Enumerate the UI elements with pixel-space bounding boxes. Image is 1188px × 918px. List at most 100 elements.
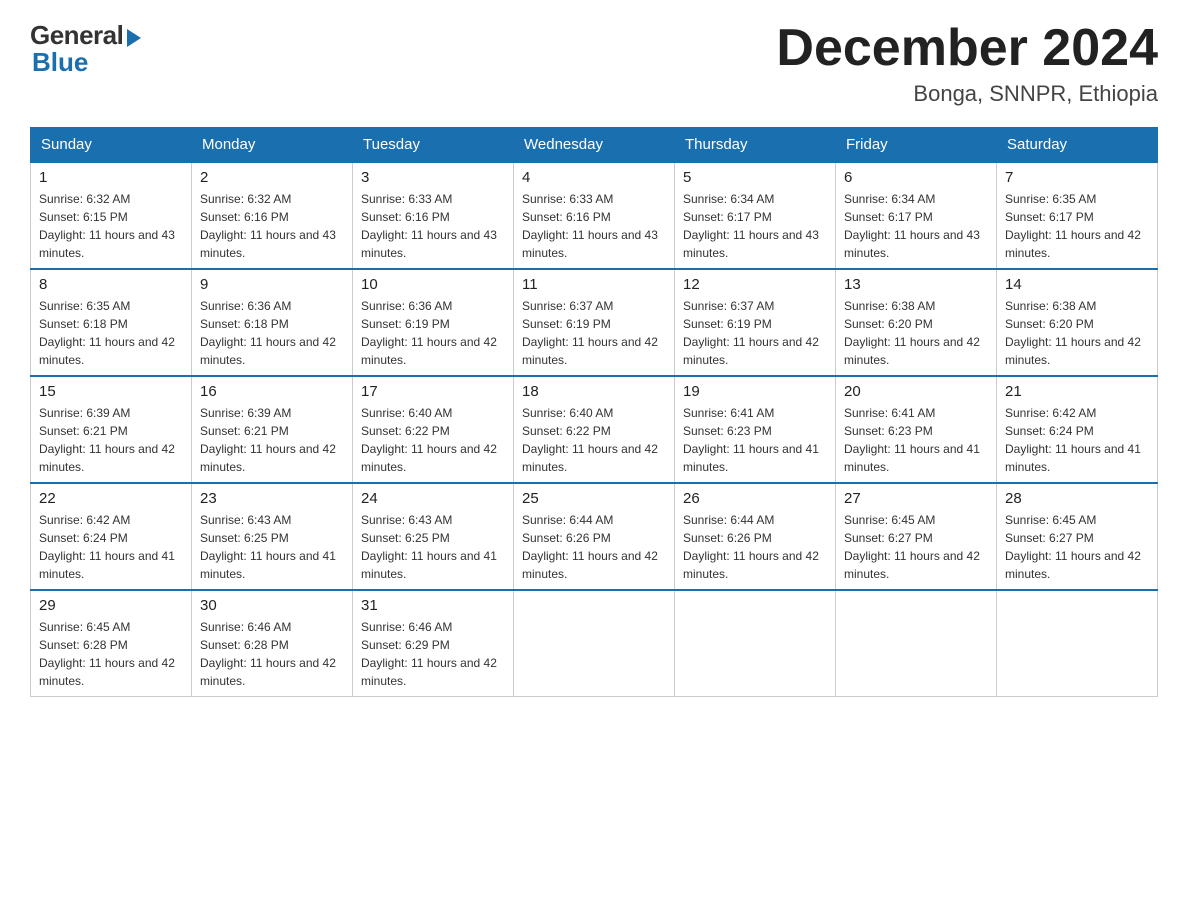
sunset-label: Sunset: 6:28 PM (39, 638, 128, 652)
sunset-label: Sunset: 6:29 PM (361, 638, 450, 652)
calendar-cell: 9 Sunrise: 6:36 AM Sunset: 6:18 PM Dayli… (192, 269, 353, 376)
sunset-label: Sunset: 6:17 PM (683, 210, 772, 224)
day-number: 19 (683, 383, 827, 400)
day-number: 26 (683, 490, 827, 507)
column-header-tuesday: Tuesday (353, 128, 514, 163)
day-info: Sunrise: 6:40 AM Sunset: 6:22 PM Dayligh… (361, 404, 505, 476)
sunrise-label: Sunrise: 6:34 AM (844, 192, 935, 206)
calendar-cell: 3 Sunrise: 6:33 AM Sunset: 6:16 PM Dayli… (353, 162, 514, 269)
sunrise-label: Sunrise: 6:45 AM (39, 620, 130, 634)
column-header-monday: Monday (192, 128, 353, 163)
day-number: 17 (361, 383, 505, 400)
calendar-cell: 21 Sunrise: 6:42 AM Sunset: 6:24 PM Dayl… (997, 376, 1158, 483)
column-header-saturday: Saturday (997, 128, 1158, 163)
sunset-label: Sunset: 6:23 PM (844, 424, 933, 438)
daylight-label: Daylight: 11 hours and 42 minutes. (39, 656, 175, 688)
sunset-label: Sunset: 6:21 PM (39, 424, 128, 438)
sunrise-label: Sunrise: 6:40 AM (361, 406, 452, 420)
daylight-label: Daylight: 11 hours and 42 minutes. (522, 442, 658, 474)
page-header: General Blue December 2024 Bonga, SNNPR,… (30, 20, 1158, 107)
sunrise-label: Sunrise: 6:32 AM (200, 192, 291, 206)
daylight-label: Daylight: 11 hours and 43 minutes. (522, 228, 658, 260)
calendar-cell: 30 Sunrise: 6:46 AM Sunset: 6:28 PM Dayl… (192, 590, 353, 697)
day-info: Sunrise: 6:41 AM Sunset: 6:23 PM Dayligh… (683, 404, 827, 476)
calendar-cell: 5 Sunrise: 6:34 AM Sunset: 6:17 PM Dayli… (675, 162, 836, 269)
calendar-week-row: 29 Sunrise: 6:45 AM Sunset: 6:28 PM Dayl… (31, 590, 1158, 697)
daylight-label: Daylight: 11 hours and 42 minutes. (1005, 549, 1141, 581)
daylight-label: Daylight: 11 hours and 41 minutes. (844, 442, 980, 474)
day-number: 30 (200, 597, 344, 614)
daylight-label: Daylight: 11 hours and 42 minutes. (1005, 335, 1141, 367)
calendar-cell: 23 Sunrise: 6:43 AM Sunset: 6:25 PM Dayl… (192, 483, 353, 590)
calendar-cell: 19 Sunrise: 6:41 AM Sunset: 6:23 PM Dayl… (675, 376, 836, 483)
calendar-cell: 8 Sunrise: 6:35 AM Sunset: 6:18 PM Dayli… (31, 269, 192, 376)
sunset-label: Sunset: 6:26 PM (683, 531, 772, 545)
day-info: Sunrise: 6:32 AM Sunset: 6:15 PM Dayligh… (39, 190, 183, 262)
daylight-label: Daylight: 11 hours and 42 minutes. (522, 549, 658, 581)
calendar-cell: 27 Sunrise: 6:45 AM Sunset: 6:27 PM Dayl… (836, 483, 997, 590)
day-number: 12 (683, 276, 827, 293)
calendar-cell (997, 590, 1158, 697)
daylight-label: Daylight: 11 hours and 42 minutes. (39, 335, 175, 367)
calendar-cell: 7 Sunrise: 6:35 AM Sunset: 6:17 PM Dayli… (997, 162, 1158, 269)
daylight-label: Daylight: 11 hours and 42 minutes. (844, 549, 980, 581)
daylight-label: Daylight: 11 hours and 42 minutes. (361, 335, 497, 367)
calendar-cell: 15 Sunrise: 6:39 AM Sunset: 6:21 PM Dayl… (31, 376, 192, 483)
day-info: Sunrise: 6:37 AM Sunset: 6:19 PM Dayligh… (522, 297, 666, 369)
sunset-label: Sunset: 6:19 PM (522, 317, 611, 331)
sunset-label: Sunset: 6:25 PM (200, 531, 289, 545)
sunrise-label: Sunrise: 6:41 AM (844, 406, 935, 420)
logo-arrow-icon (127, 29, 141, 47)
calendar-table: SundayMondayTuesdayWednesdayThursdayFrid… (30, 127, 1158, 697)
sunrise-label: Sunrise: 6:35 AM (1005, 192, 1096, 206)
sunset-label: Sunset: 6:27 PM (1005, 531, 1094, 545)
sunset-label: Sunset: 6:18 PM (200, 317, 289, 331)
sunrise-label: Sunrise: 6:41 AM (683, 406, 774, 420)
daylight-label: Daylight: 11 hours and 41 minutes. (200, 549, 336, 581)
daylight-label: Daylight: 11 hours and 43 minutes. (361, 228, 497, 260)
day-info: Sunrise: 6:42 AM Sunset: 6:24 PM Dayligh… (39, 511, 183, 583)
title-block: December 2024 Bonga, SNNPR, Ethiopia (776, 20, 1158, 107)
day-number: 3 (361, 169, 505, 186)
sunset-label: Sunset: 6:27 PM (844, 531, 933, 545)
logo-blue-text: Blue (32, 47, 88, 78)
daylight-label: Daylight: 11 hours and 42 minutes. (361, 656, 497, 688)
sunrise-label: Sunrise: 6:44 AM (522, 513, 613, 527)
calendar-week-row: 8 Sunrise: 6:35 AM Sunset: 6:18 PM Dayli… (31, 269, 1158, 376)
day-number: 14 (1005, 276, 1149, 293)
day-info: Sunrise: 6:32 AM Sunset: 6:16 PM Dayligh… (200, 190, 344, 262)
daylight-label: Daylight: 11 hours and 43 minutes. (200, 228, 336, 260)
calendar-cell: 28 Sunrise: 6:45 AM Sunset: 6:27 PM Dayl… (997, 483, 1158, 590)
day-info: Sunrise: 6:45 AM Sunset: 6:28 PM Dayligh… (39, 618, 183, 690)
daylight-label: Daylight: 11 hours and 42 minutes. (522, 335, 658, 367)
day-number: 25 (522, 490, 666, 507)
sunrise-label: Sunrise: 6:44 AM (683, 513, 774, 527)
day-number: 31 (361, 597, 505, 614)
daylight-label: Daylight: 11 hours and 41 minutes. (361, 549, 497, 581)
day-info: Sunrise: 6:44 AM Sunset: 6:26 PM Dayligh… (683, 511, 827, 583)
sunrise-label: Sunrise: 6:43 AM (200, 513, 291, 527)
day-info: Sunrise: 6:33 AM Sunset: 6:16 PM Dayligh… (522, 190, 666, 262)
sunset-label: Sunset: 6:22 PM (522, 424, 611, 438)
day-info: Sunrise: 6:46 AM Sunset: 6:28 PM Dayligh… (200, 618, 344, 690)
day-number: 2 (200, 169, 344, 186)
calendar-cell: 6 Sunrise: 6:34 AM Sunset: 6:17 PM Dayli… (836, 162, 997, 269)
day-number: 13 (844, 276, 988, 293)
sunset-label: Sunset: 6:26 PM (522, 531, 611, 545)
calendar-cell: 20 Sunrise: 6:41 AM Sunset: 6:23 PM Dayl… (836, 376, 997, 483)
daylight-label: Daylight: 11 hours and 42 minutes. (200, 335, 336, 367)
calendar-cell: 11 Sunrise: 6:37 AM Sunset: 6:19 PM Dayl… (514, 269, 675, 376)
day-info: Sunrise: 6:35 AM Sunset: 6:18 PM Dayligh… (39, 297, 183, 369)
calendar-cell: 26 Sunrise: 6:44 AM Sunset: 6:26 PM Dayl… (675, 483, 836, 590)
day-number: 16 (200, 383, 344, 400)
day-number: 21 (1005, 383, 1149, 400)
day-info: Sunrise: 6:43 AM Sunset: 6:25 PM Dayligh… (200, 511, 344, 583)
sunrise-label: Sunrise: 6:42 AM (39, 513, 130, 527)
daylight-label: Daylight: 11 hours and 42 minutes. (39, 442, 175, 474)
calendar-cell (836, 590, 997, 697)
day-number: 6 (844, 169, 988, 186)
calendar-cell: 22 Sunrise: 6:42 AM Sunset: 6:24 PM Dayl… (31, 483, 192, 590)
day-number: 15 (39, 383, 183, 400)
calendar-week-row: 15 Sunrise: 6:39 AM Sunset: 6:21 PM Dayl… (31, 376, 1158, 483)
daylight-label: Daylight: 11 hours and 41 minutes. (1005, 442, 1141, 474)
